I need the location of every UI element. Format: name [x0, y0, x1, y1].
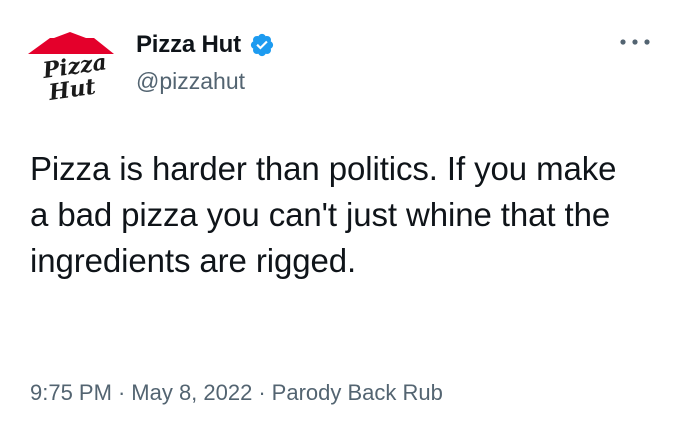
- tweet-card: Pizza Hut Pizza Hut @pizzahut Pizza is h…: [0, 0, 680, 434]
- tweet-time[interactable]: 9:75 PM: [30, 380, 112, 405]
- tweet-date[interactable]: May 8, 2022: [131, 380, 252, 405]
- display-name[interactable]: Pizza Hut: [136, 31, 241, 59]
- handle[interactable]: @pizzahut: [136, 68, 275, 95]
- tweet-source[interactable]: Parody Back Rub: [272, 380, 443, 405]
- verified-badge-icon: [249, 32, 275, 58]
- account-info: Pizza Hut @pizzahut: [136, 28, 275, 95]
- meta-separator: ·: [117, 380, 126, 405]
- pizza-hut-logo-icon: Pizza Hut: [28, 32, 114, 106]
- svg-text:Hut: Hut: [46, 74, 97, 106]
- tweet-text: Pizza is harder than politics. If you ma…: [30, 150, 617, 279]
- more-options-icon[interactable]: [618, 34, 652, 50]
- tweet-meta: 9:75 PM · May 8, 2022 · Parody Back Rub: [30, 380, 443, 406]
- meta-separator: ·: [258, 380, 266, 405]
- avatar[interactable]: Pizza Hut: [24, 26, 116, 106]
